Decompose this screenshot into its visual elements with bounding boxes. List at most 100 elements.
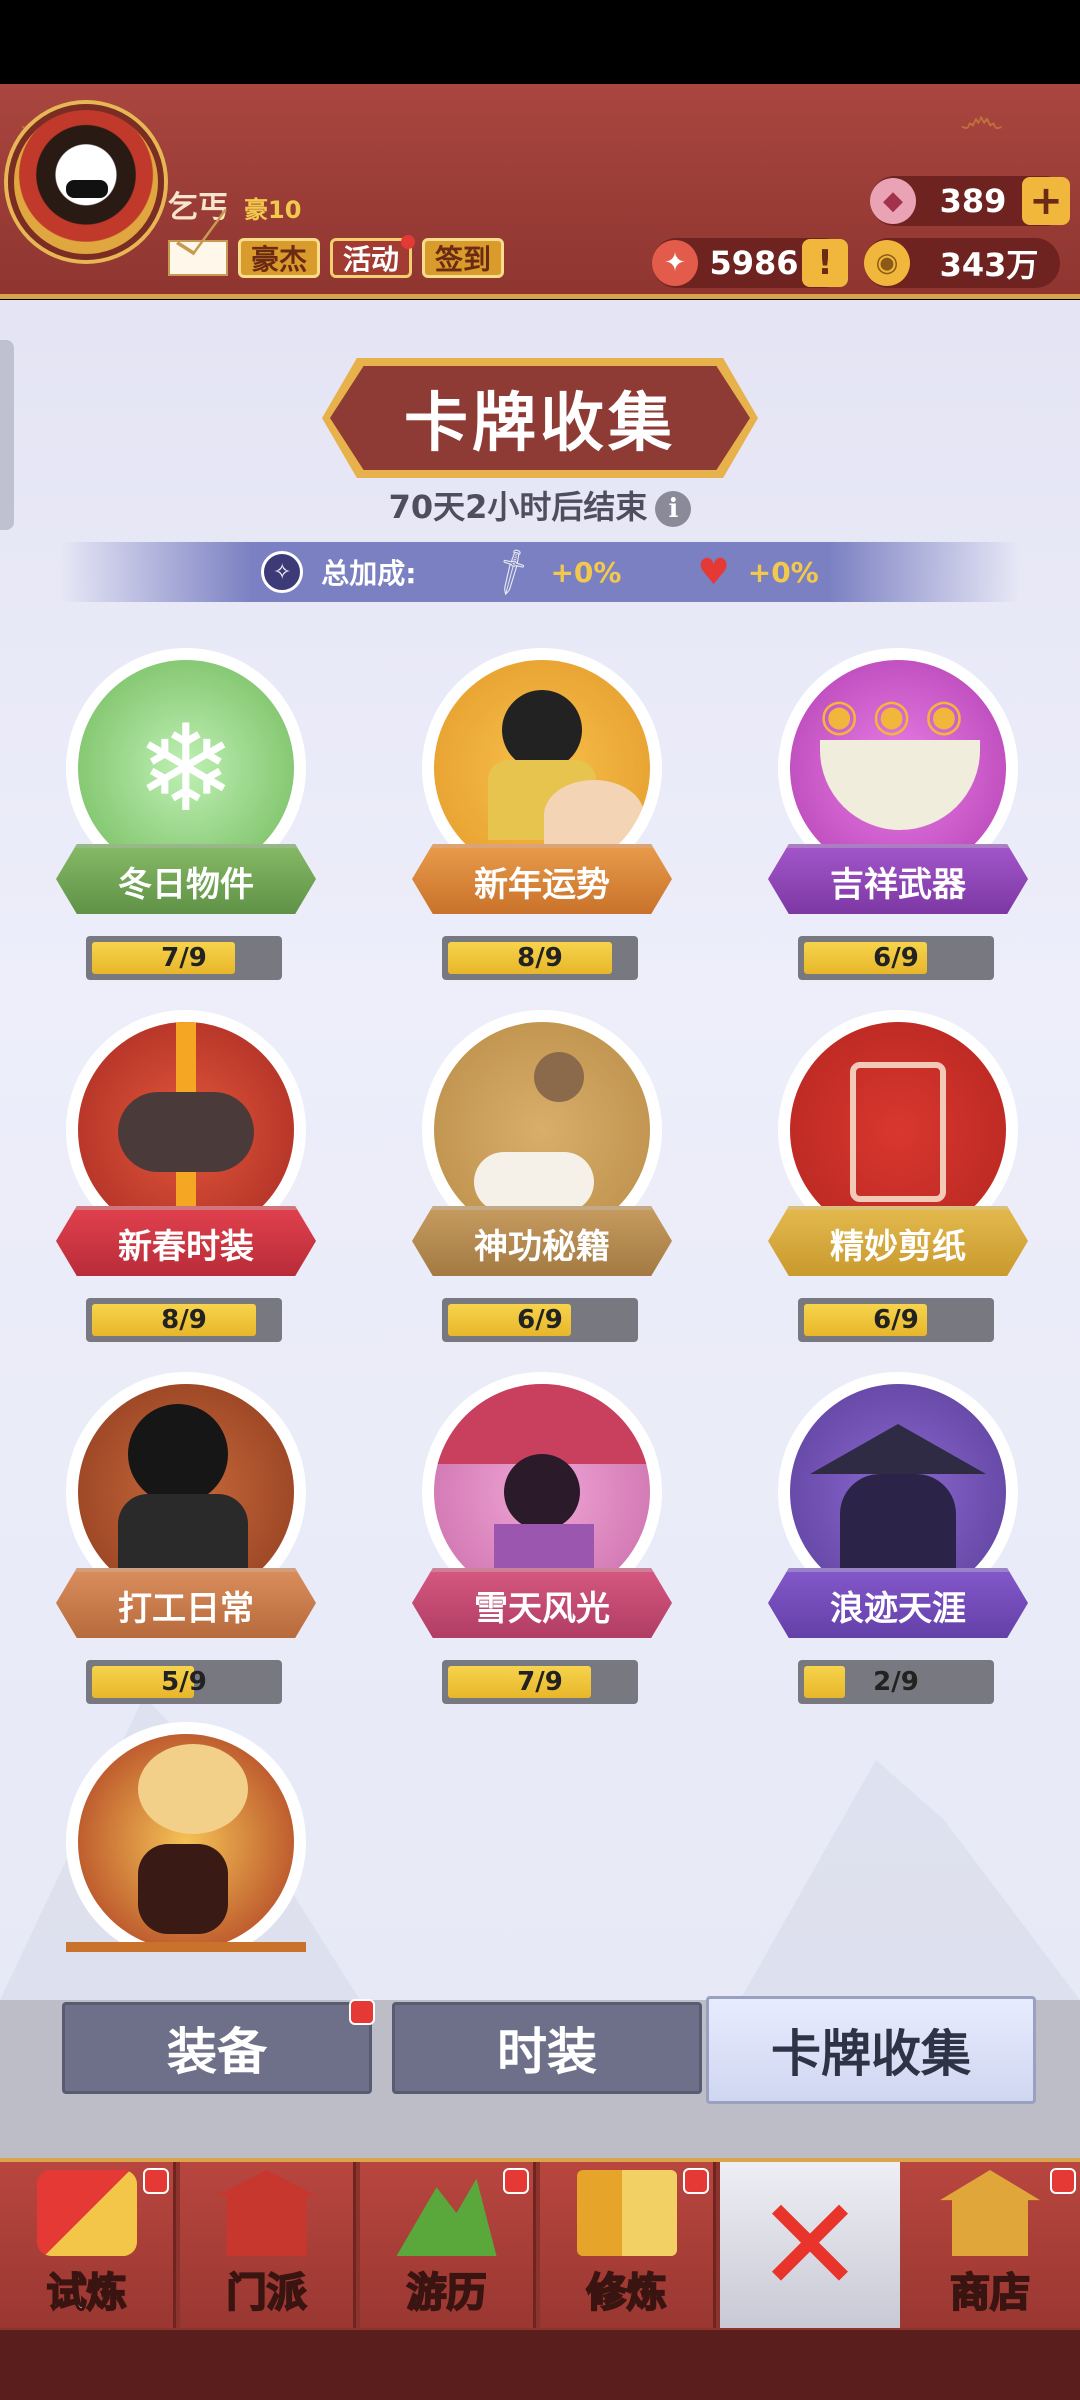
gem-counter: ◆ 389 + — [870, 176, 1070, 226]
card-set-secret-manuals[interactable]: 神功秘籍 6/9 — [412, 1010, 672, 1350]
nav-trial[interactable]: 试炼 — [0, 2162, 176, 2328]
tab-outfits[interactable]: 时装 — [392, 2002, 702, 2094]
page-title-banner: 卡牌收集 — [330, 366, 750, 470]
card-set-progress: 7/9 — [442, 1660, 638, 1704]
nav-label: 商店 — [949, 2269, 1031, 2317]
card-set-paper-cutting[interactable]: 精妙剪纸 6/9 — [768, 1010, 1028, 1350]
notification-dot — [143, 2168, 169, 2194]
cloud-ornament-icon: ෴ — [960, 90, 1004, 144]
tab-label: 卡牌收集 — [771, 2025, 971, 2083]
nav-sect[interactable]: 门派 — [180, 2162, 356, 2328]
scroll-icon — [36, 2170, 137, 2256]
card-set-progress: 6/9 — [798, 936, 994, 980]
coin-counter: ◉ 343万 — [864, 238, 1060, 288]
info-icon[interactable]: i — [655, 491, 692, 527]
progress-text: 8/9 — [517, 943, 563, 973]
event-countdown: 70天2小时后结束 i — [0, 482, 1080, 528]
nav-label: 试炼 — [46, 2269, 128, 2317]
flying-cloud-icon — [434, 1022, 650, 1238]
tab-equipment[interactable]: 装备 — [62, 1999, 375, 2094]
hero-button[interactable]: 豪杰 — [238, 238, 321, 278]
card-set-partial[interactable] — [56, 1722, 316, 1952]
event-button-label: 活动 — [343, 243, 400, 276]
vip-level-badge: 豪10 — [244, 196, 302, 224]
system-gesture-bar — [0, 2330, 1080, 2400]
event-button[interactable]: 活动 — [330, 235, 416, 278]
nav-label: 修炼 — [586, 2269, 668, 2317]
nav-travel[interactable]: 游历 — [360, 2162, 536, 2328]
page-title: 卡牌收集 — [404, 387, 676, 461]
card-set-name: 打工日常 — [56, 1568, 316, 1638]
card-set-name: 新年运势 — [412, 844, 672, 914]
snowflake-icon: ❄ — [78, 660, 294, 876]
temple-gate-icon — [216, 2170, 317, 2256]
paper-cut-warrior-icon — [790, 1022, 1006, 1238]
nav-cultivate[interactable]: 修炼 — [540, 2162, 716, 2328]
notification-dot — [1050, 2168, 1076, 2194]
add-gems-button[interactable]: + — [1022, 177, 1070, 225]
honor-alert-button[interactable]: ! — [802, 239, 848, 287]
close-icon[interactable]: ✕ — [720, 2162, 900, 2328]
card-set-progress: 2/9 — [798, 1660, 994, 1704]
card-set-spring-outfits[interactable]: 新春时装 8/9 — [56, 1010, 316, 1350]
book-icon — [576, 2170, 677, 2256]
notification-dot — [683, 2168, 709, 2194]
progress-text: 6/9 — [873, 1305, 919, 1335]
progress-text: 8/9 — [161, 1305, 207, 1335]
lion-dance-icon — [78, 1734, 294, 1950]
mountain-icon — [396, 2178, 497, 2256]
progress-text: 6/9 — [873, 943, 919, 973]
tab-label: 时装 — [497, 2023, 597, 2081]
honor-icon: ✦ — [652, 240, 698, 286]
card-set-progress: 7/9 — [86, 936, 282, 980]
card-set-name: 冬日物件 — [56, 844, 316, 914]
coin-icon: ◉ — [864, 240, 910, 286]
lion-mask-sword-icon — [78, 1022, 294, 1238]
nav-shop[interactable]: 商店 — [900, 2162, 1080, 2328]
character-with-fan-icon — [434, 660, 650, 876]
honor-counter: ✦ 5986 ! — [652, 238, 848, 288]
hp-bonus-value: +0% — [747, 555, 819, 589]
progress-text: 7/9 — [161, 943, 207, 973]
player-avatar[interactable] — [8, 104, 164, 260]
progress-text: 5/9 — [161, 1667, 207, 1697]
card-set-name: 新春时装 — [56, 1206, 316, 1276]
card-set-lucky-weapons[interactable]: ◉ ◉ ◉ 吉祥武器 6/9 — [768, 648, 1028, 988]
header-button-row: 豪杰 活动 签到 — [168, 235, 505, 278]
coin-count: 343万 — [939, 246, 1039, 284]
working-stickman-icon — [78, 1384, 294, 1600]
status-bar — [0, 0, 1080, 84]
progress-text: 7/9 — [517, 1667, 563, 1697]
card-set-name: 精妙剪纸 — [768, 1206, 1028, 1276]
hp-heart-icon: ♥ — [697, 551, 730, 593]
lucky-weapon-icon: ◉ ◉ ◉ — [790, 660, 1006, 876]
straw-hat-swordsman-icon — [790, 1384, 1006, 1600]
honor-count: 5986 — [709, 244, 799, 282]
mail-icon[interactable] — [168, 240, 228, 276]
progress-text: 2/9 — [873, 1667, 919, 1697]
card-set-new-year-fortune[interactable]: 新年运势 8/9 — [412, 648, 672, 988]
gem-icon: ◆ — [870, 178, 916, 224]
bonus-star-icon: ✧ — [261, 551, 304, 593]
card-set-name: 神功秘籍 — [412, 1206, 672, 1276]
card-set-daily-work[interactable]: 打工日常 5/9 — [56, 1372, 316, 1712]
card-set-progress: 6/9 — [798, 1298, 994, 1342]
total-bonus-bar: ✧ 总加成: 🗡 +0% ♥ +0% — [60, 542, 1020, 602]
card-set-snow-scenery[interactable]: 雪天风光 7/9 — [412, 1372, 672, 1712]
nav-label: 游历 — [406, 2269, 488, 2317]
notification-dot — [503, 2168, 529, 2194]
attack-dagger-icon: 🗡 — [483, 543, 542, 601]
card-set-name: 雪天风光 — [412, 1568, 672, 1638]
bonus-label: 总加成: — [321, 557, 417, 590]
progress-text: 6/9 — [517, 1305, 563, 1335]
gem-count: 389 — [939, 182, 1007, 220]
card-set-winter-items[interactable]: ❄ 冬日物件 7/9 — [56, 648, 316, 988]
card-set-progress: 8/9 — [442, 936, 638, 980]
checkin-button[interactable]: 签到 — [422, 238, 505, 278]
card-set-progress: 6/9 — [442, 1298, 638, 1342]
card-set-wanderer[interactable]: 浪迹天涯 2/9 — [768, 1372, 1028, 1712]
countdown-text: 70天2小时后结束 — [388, 488, 648, 526]
tab-label: 装备 — [167, 2023, 267, 2081]
tab-card-collection[interactable]: 卡牌收集 — [706, 1996, 1036, 2104]
card-set-name: 浪迹天涯 — [768, 1568, 1028, 1638]
